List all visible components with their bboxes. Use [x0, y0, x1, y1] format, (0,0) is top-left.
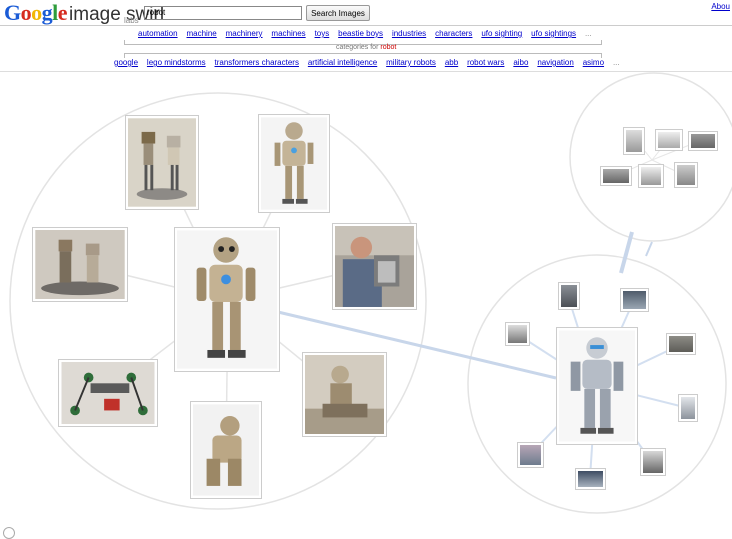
feedback-icon[interactable] [3, 527, 15, 539]
small-robot-thumb-5[interactable] [678, 394, 698, 422]
seated-robot-image [305, 355, 384, 434]
mini-robot-thumb-4[interactable] [600, 166, 632, 186]
mini-robot-thumb-3[interactable] [688, 131, 718, 151]
figurine-pair-image [35, 230, 125, 299]
robot-figures-image [128, 118, 196, 207]
small-robot-thumb-6[interactable] [517, 442, 544, 468]
small-robot-thumb-3[interactable] [505, 322, 530, 346]
center-robot-thumb[interactable] [174, 227, 280, 372]
mini-robot-thumb-2[interactable] [655, 129, 683, 151]
humanoid-robot-image [261, 117, 327, 210]
silver-robot-center-thumb[interactable] [556, 327, 638, 445]
top-cluster-circle [569, 72, 732, 242]
small-robot-thumb-4[interactable] [666, 333, 696, 355]
mini-robot-thumb-5[interactable] [638, 164, 664, 188]
mini-robot-thumb-1[interactable] [623, 127, 645, 155]
humanoid-robot-thumb[interactable] [258, 114, 330, 213]
crouching-robot-image [193, 404, 259, 496]
man-with-robot-image [335, 226, 414, 307]
small-robot-thumb-7[interactable] [575, 468, 606, 490]
figurine-pair-thumb[interactable] [32, 227, 128, 302]
mini-robot-thumb-6[interactable] [674, 162, 698, 188]
seated-robot-thumb[interactable] [302, 352, 387, 437]
small-robot-thumb-1[interactable] [558, 282, 580, 310]
silver-robot-center-image [559, 330, 635, 442]
small-robot-thumb-2[interactable] [620, 288, 649, 312]
robot-kit-image [61, 362, 155, 424]
center-robot-image [177, 230, 277, 369]
robot-figures-thumb[interactable] [125, 115, 199, 210]
man-with-robot-thumb[interactable] [332, 223, 417, 310]
small-robot-thumb-8[interactable] [640, 448, 666, 476]
robot-kit-thumb[interactable] [58, 359, 158, 427]
crouching-robot-thumb[interactable] [190, 401, 262, 499]
